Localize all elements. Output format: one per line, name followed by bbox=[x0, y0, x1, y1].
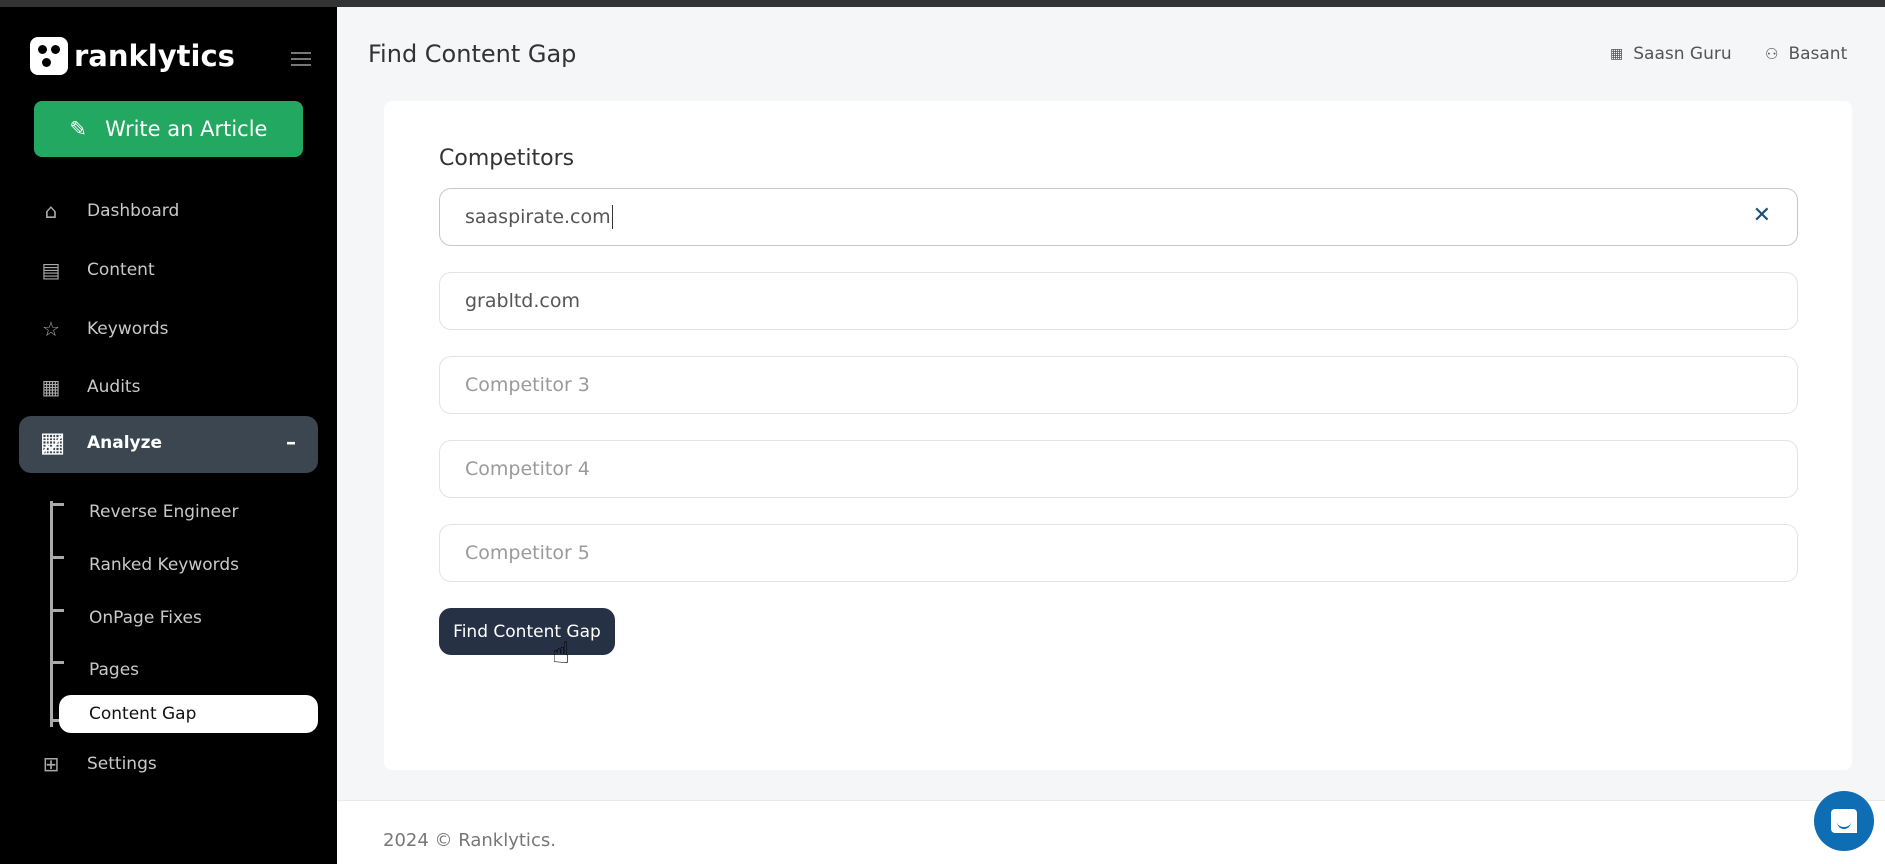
sidebar-subitem-onpage-fixes[interactable]: OnPage Fixes bbox=[89, 608, 202, 628]
sidebar-subitem-pages[interactable]: Pages bbox=[89, 660, 139, 680]
logo-icon bbox=[30, 37, 68, 75]
sidebar-item-label: Settings bbox=[87, 754, 157, 774]
sidebar-item-content[interactable]: ▤ Content bbox=[0, 258, 337, 282]
chat-icon bbox=[1831, 809, 1857, 833]
brand-name: ranklytics bbox=[74, 39, 235, 73]
competitor-4-placeholder: Competitor 4 bbox=[465, 458, 590, 480]
footer-divider bbox=[337, 800, 1885, 801]
competitor-3-placeholder: Competitor 3 bbox=[465, 374, 590, 396]
chat-widget-button[interactable] bbox=[1814, 791, 1874, 851]
star-icon: ☆ bbox=[42, 317, 60, 341]
building-icon: ▦ bbox=[1610, 46, 1624, 62]
user-icon: ⚇ bbox=[1765, 45, 1779, 63]
competitor-2-value: grabltd.com bbox=[465, 290, 580, 312]
sidebar-subitem-reverse-engineer[interactable]: Reverse Engineer bbox=[89, 502, 238, 522]
organization-name: Saasn Guru bbox=[1633, 44, 1732, 64]
footer bbox=[337, 801, 1885, 864]
competitor-1-input[interactable]: saaspirate.com ✕ bbox=[439, 188, 1798, 246]
user-menu[interactable]: ⚇ Basant bbox=[1765, 44, 1847, 64]
page-title: Find Content Gap bbox=[368, 40, 577, 68]
organization-menu[interactable]: ▦ Saasn Guru bbox=[1610, 44, 1732, 64]
competitors-label: Competitors bbox=[439, 146, 575, 171]
sidebar-item-label: Content bbox=[87, 260, 155, 280]
sidebar-item-analyze[interactable]: 📈︎ Analyze – bbox=[19, 416, 318, 473]
sidebar-item-label: Audits bbox=[87, 377, 141, 397]
find-content-gap-button[interactable]: Find Content Gap bbox=[439, 608, 615, 655]
window-top-bar bbox=[0, 0, 1885, 7]
competitor-5-placeholder: Competitor 5 bbox=[465, 542, 590, 564]
sidebar-item-audits[interactable]: ▦ Audits bbox=[0, 375, 337, 399]
tree-tick bbox=[50, 609, 64, 612]
apps-add-icon: ⊞ bbox=[42, 752, 60, 776]
collapse-icon[interactable]: – bbox=[286, 430, 296, 454]
competitor-5-input[interactable]: Competitor 5 bbox=[439, 524, 1798, 582]
competitor-1-value: saaspirate.com bbox=[465, 206, 611, 228]
sidebar-item-label: Dashboard bbox=[87, 201, 180, 221]
sidebar-item-dashboard[interactable]: ⌂ Dashboard bbox=[0, 199, 337, 223]
competitor-3-input[interactable]: Competitor 3 bbox=[439, 356, 1798, 414]
tree-tick bbox=[50, 503, 64, 506]
sidebar: ranklytics ✎ Write an Article ⌂ Dashboar… bbox=[0, 7, 337, 864]
chart-line-icon: 📈︎ bbox=[40, 432, 66, 456]
document-icon: ▤ bbox=[41, 258, 61, 282]
logo[interactable]: ranklytics bbox=[30, 37, 235, 75]
text-caret bbox=[611, 205, 613, 229]
submenu-tree-line bbox=[50, 501, 53, 727]
magic-wand-icon: ✎ bbox=[69, 117, 88, 141]
user-name: Basant bbox=[1788, 44, 1848, 64]
menu-toggle-icon[interactable] bbox=[291, 52, 311, 66]
tree-tick bbox=[50, 556, 64, 559]
sidebar-item-keywords[interactable]: ☆ Keywords bbox=[0, 317, 337, 341]
write-article-label: Write an Article bbox=[105, 117, 268, 141]
clear-icon[interactable]: ✕ bbox=[1753, 203, 1771, 228]
competitor-4-input[interactable]: Competitor 4 bbox=[439, 440, 1798, 498]
footer-copyright: 2024 © Ranklytics. bbox=[383, 830, 556, 851]
sidebar-item-label: Keywords bbox=[87, 319, 169, 339]
competitor-2-input[interactable]: grabltd.com bbox=[439, 272, 1798, 330]
calendar-icon: ▦ bbox=[41, 375, 61, 399]
home-icon: ⌂ bbox=[44, 199, 58, 223]
sidebar-item-settings[interactable]: ⊞ Settings bbox=[0, 752, 337, 776]
sidebar-subitem-ranked-keywords[interactable]: Ranked Keywords bbox=[89, 555, 239, 575]
tree-tick bbox=[50, 661, 64, 664]
sidebar-subitem-content-gap[interactable]: Content Gap bbox=[59, 695, 318, 733]
write-article-button[interactable]: ✎ Write an Article bbox=[34, 101, 303, 157]
hand-cursor-icon: ☝ bbox=[552, 636, 571, 671]
sidebar-item-label: Analyze bbox=[87, 433, 163, 453]
